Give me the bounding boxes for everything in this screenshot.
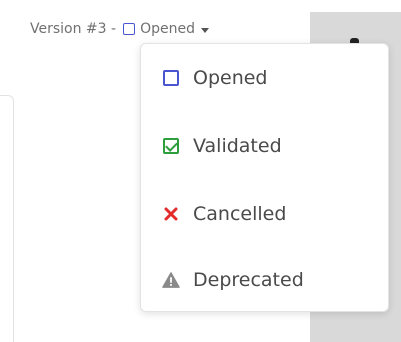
status-dropdown-menu: Opened Validated Cancelled Deprecated — [140, 43, 389, 312]
menu-item-label: Opened — [193, 67, 268, 89]
version-status-line: Version #3 - Opened — [30, 19, 209, 39]
caret-down-icon — [200, 27, 209, 33]
menu-item-cancelled[interactable]: Cancelled — [141, 194, 388, 234]
menu-item-validated[interactable]: Validated — [141, 126, 388, 166]
red-x-icon — [162, 205, 180, 223]
screen: Version #3 - Opened Opened Validated Can… — [0, 0, 401, 342]
empty-square-icon — [162, 69, 180, 87]
version-label: Version #3 - — [30, 21, 117, 37]
menu-item-label: Validated — [193, 135, 282, 157]
left-panel — [0, 95, 14, 342]
menu-item-label: Deprecated — [193, 269, 304, 291]
status-dropdown-toggle[interactable]: Opened — [121, 21, 209, 37]
check-square-icon — [162, 137, 180, 155]
menu-item-label: Cancelled — [193, 203, 287, 225]
empty-square-icon — [123, 23, 136, 35]
menu-item-opened[interactable]: Opened — [141, 58, 388, 98]
warning-triangle-icon — [162, 271, 180, 289]
menu-item-deprecated[interactable]: Deprecated — [141, 260, 388, 300]
current-status-label: Opened — [140, 21, 195, 37]
